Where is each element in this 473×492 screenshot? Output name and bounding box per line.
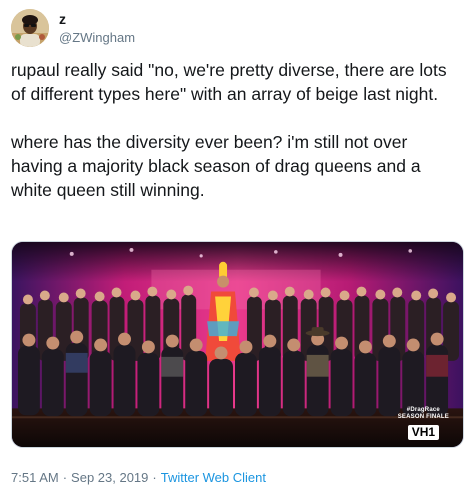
tweet-header: z @ZWingham [11, 8, 135, 48]
display-name[interactable]: z [59, 11, 135, 28]
footer-separator-2: · [152, 470, 157, 485]
tweet-time[interactable]: 7:51 AM [11, 470, 59, 485]
watermark-hashtag: #DragRace [406, 407, 440, 413]
footer-separator: · [62, 470, 68, 485]
vh1-logo: VH1 [407, 425, 440, 440]
avatar-image [11, 9, 49, 47]
tweet-paragraph-1: rupaul really said "no, we're pretty div… [11, 60, 447, 104]
tweet-date[interactable]: Sep 23, 2019 [71, 470, 148, 485]
vh1-watermark: #DragRace SEASON FINALE VH1 [398, 407, 449, 441]
tweet-footer: 7:51 AM · Sep 23, 2019 · Twitter Web Client [11, 470, 266, 485]
tweet-paragraph-2: where has the diversity ever been? i'm s… [11, 132, 421, 200]
avatar[interactable] [11, 9, 49, 47]
tweet-card: z @ZWingham rupaul really said "no, we'r… [0, 0, 473, 492]
group-photo [12, 242, 463, 447]
user-handle[interactable]: @ZWingham [59, 30, 135, 46]
user-names: z @ZWingham [59, 11, 135, 45]
tweet-media-image[interactable]: #DragRace SEASON FINALE VH1 [11, 241, 464, 448]
watermark-event: SEASON FINALE [397, 414, 449, 420]
tweet-text: rupaul really said "no, we're pretty div… [11, 58, 463, 202]
tweet-source[interactable]: Twitter Web Client [161, 470, 266, 485]
